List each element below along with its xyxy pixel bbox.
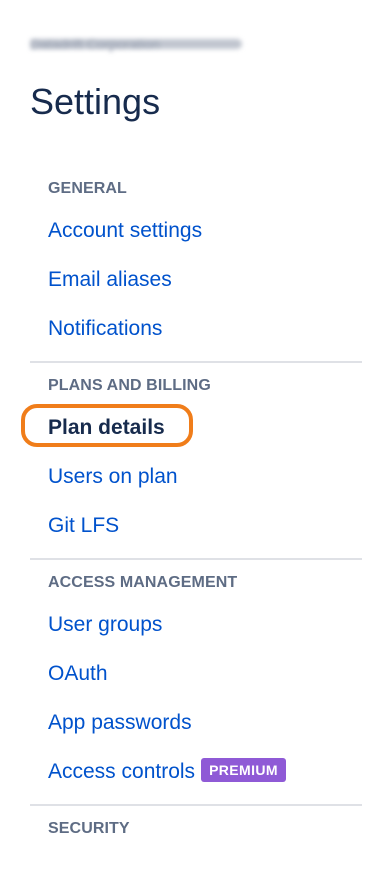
page-title: Settings <box>30 81 161 122</box>
premium-badge: PREMIUM <box>201 758 286 783</box>
nav-item-plan-details-label: Plan details <box>48 416 165 439</box>
section-divider <box>30 558 362 560</box>
section-header-general: GENERAL <box>48 180 127 197</box>
nav-item-email-aliases[interactable]: Email aliases <box>30 255 362 304</box>
nav-item-account-settings[interactable]: Account settings <box>30 206 362 255</box>
settings-sidebar-nav: GENERAL Account settings Email aliases N… <box>21 172 362 846</box>
section-divider <box>30 804 362 806</box>
nav-item-git-lfs[interactable]: Git LFS <box>30 501 362 550</box>
section-header-access-management: ACCESS MANAGEMENT <box>48 574 238 591</box>
nav-item-plan-details[interactable]: Plan details <box>21 403 362 452</box>
section-header-security: SECURITY <box>48 820 130 837</box>
nav-item-notifications[interactable]: Notifications <box>30 304 362 353</box>
section-header-plans-and-billing: PLANS AND BILLING <box>48 377 211 394</box>
nav-item-access-controls[interactable]: Access controls PREMIUM <box>30 747 362 796</box>
section-divider <box>30 361 362 363</box>
workspace-name: Datadrift Corporation <box>30 36 242 52</box>
nav-item-user-groups[interactable]: User groups <box>30 600 362 649</box>
nav-item-access-controls-label: Access controls <box>48 760 196 783</box>
nav-item-app-passwords[interactable]: App passwords <box>30 698 362 747</box>
nav-item-users-on-plan[interactable]: Users on plan <box>30 452 362 501</box>
nav-item-oauth[interactable]: OAuth <box>30 649 362 698</box>
